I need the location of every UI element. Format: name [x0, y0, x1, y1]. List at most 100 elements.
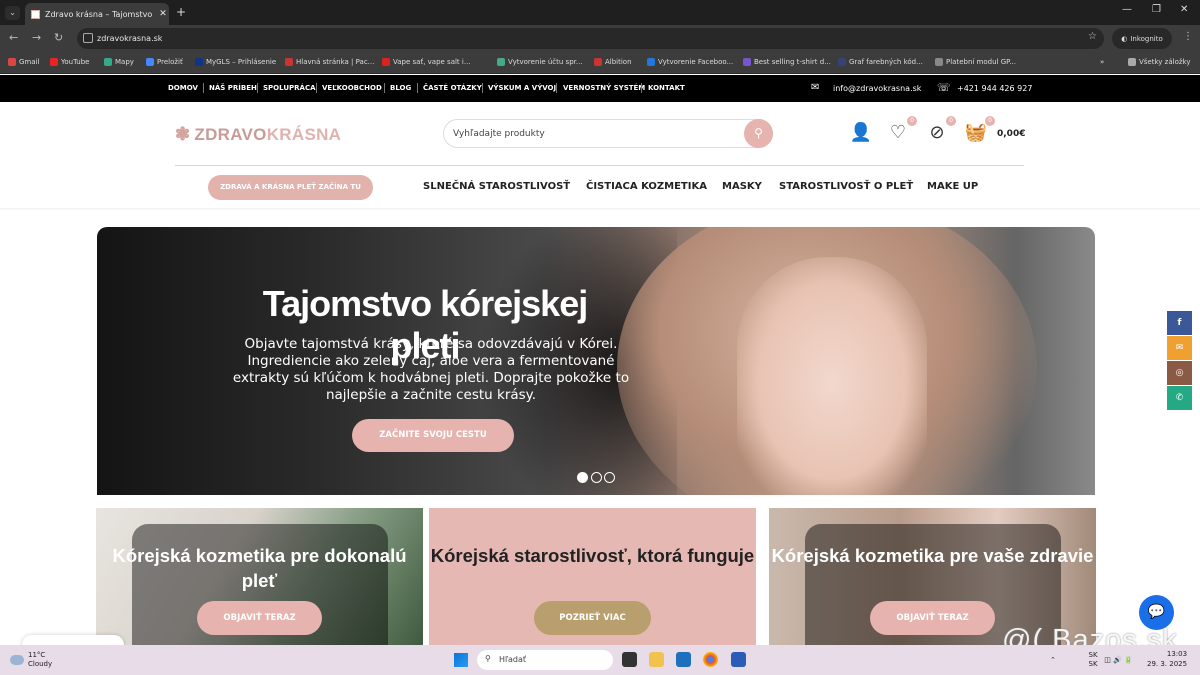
email-icon[interactable]: ✉ — [1167, 336, 1192, 360]
topnav-wholesale[interactable]: VEĽKOOBCHOD — [322, 84, 382, 92]
word-icon[interactable] — [731, 652, 746, 667]
divider — [316, 83, 317, 93]
bookmark-item[interactable]: Gmail — [8, 58, 39, 66]
start-journey-button[interactable]: ZAČNITE SVOJU CESTU — [352, 419, 514, 452]
card-title: Kórejská kozmetika pre vaše zdravie — [771, 545, 1094, 566]
compare-icon[interactable]: ⊘ 0 — [924, 116, 956, 146]
flower-logo-icon: ❃ — [175, 124, 191, 144]
tab-title: Zdravo krásna – Tajomstvo kór — [45, 9, 152, 19]
topnav-home[interactable]: DOMOV — [168, 84, 198, 92]
cart-total[interactable]: 0,00€ — [997, 129, 1025, 139]
keyboard-layout: SK — [1088, 660, 1098, 668]
menu-skin-care[interactable]: STAROSTLIVOSŤ O PLEŤ — [779, 181, 913, 192]
url-text: zdravokrasna.sk — [97, 34, 163, 43]
contact-phone[interactable]: +421 944 426 927 — [957, 84, 1032, 93]
whatsapp-icon[interactable]: ✆ — [1167, 386, 1192, 410]
bookmark-item[interactable]: Mapy — [104, 58, 134, 66]
facebook-icon[interactable]: f — [1167, 311, 1192, 335]
weather-condition: Cloudy — [28, 660, 53, 668]
cart-icon[interactable]: 🧺 0 — [963, 116, 995, 146]
forward-icon[interactable]: → — [32, 31, 41, 44]
divider — [556, 83, 557, 93]
menu-sun-care[interactable]: SLNEČNÁ STAROSTLIVOSŤ — [423, 181, 570, 192]
menu-masks[interactable]: MASKY — [722, 181, 762, 192]
instagram-icon[interactable]: ◎ — [1167, 361, 1192, 385]
wishlist-count: 0 — [907, 116, 917, 126]
weather-widget[interactable]: 11°C Cloudy — [10, 651, 52, 669]
divider — [384, 83, 385, 93]
topnav-research[interactable]: VÝSKUM A VÝVOJ — [488, 84, 556, 92]
menu-make-up[interactable]: MAKE UP — [927, 181, 978, 192]
contact-email[interactable]: info@zdravokrasna.sk — [833, 84, 921, 93]
slider-dot[interactable] — [604, 472, 615, 483]
store-icon[interactable] — [676, 652, 691, 667]
topnav-story[interactable]: NÁŠ PRÍBEH — [209, 84, 257, 92]
card-title: Kórejská kozmetika pre dokonalú pleť — [112, 545, 407, 591]
hero-slider[interactable]: Tajomstvo kórejskej pleti Objavte tajoms… — [97, 227, 1095, 495]
topnav-loyalty[interactable]: VERNOSTNÝ SYSTÉM — [563, 84, 645, 92]
new-tab-icon[interactable]: + — [176, 5, 186, 19]
menu-cleansing[interactable]: ČISTIACA KOZMETIKA — [586, 181, 707, 192]
topnav-contact[interactable]: KONTAKT — [648, 84, 685, 92]
divider — [417, 83, 418, 93]
wishlist-icon[interactable]: ♡ 0 — [885, 116, 917, 146]
bookmark-item[interactable]: Preložiť — [146, 58, 183, 66]
reload-icon[interactable]: ↻ — [54, 31, 63, 44]
browser-menu-icon[interactable]: ⋮ — [1183, 31, 1193, 42]
site-logo[interactable]: ❃ ZDRAVOKRÁSNA — [175, 124, 341, 145]
bookmarks-overflow-icon[interactable]: » — [1100, 58, 1104, 66]
site-info-icon[interactable] — [83, 33, 93, 43]
topnav-blog[interactable]: BLOG — [390, 84, 411, 92]
back-icon[interactable]: ← — [9, 31, 18, 44]
task-view-icon[interactable] — [622, 652, 637, 667]
close-window-icon[interactable]: ✕ — [1180, 4, 1188, 15]
search-placeholder: Vyhľadajte produkty — [453, 129, 545, 139]
discover-button[interactable]: OBJAVIŤ TERAZ — [870, 601, 995, 635]
taskbar-search-label: Hľadať — [499, 655, 527, 664]
maximize-icon[interactable]: ❐ — [1152, 4, 1161, 15]
promo-card: Kórejská kozmetika pre dokonalú pleť OBJ… — [96, 508, 423, 645]
topnav-cooperation[interactable]: SPOLUPRÁCA — [263, 84, 316, 92]
slider-dot[interactable] — [577, 472, 588, 483]
windows-start-icon[interactable] — [454, 653, 468, 667]
bookmark-item[interactable]: Best selling t-shirt d... — [743, 58, 831, 66]
card-title: Kórejská starostlivosť, ktorá funguje — [430, 545, 755, 566]
minimize-icon[interactable]: — — [1122, 4, 1132, 15]
taskbar-clock[interactable]: 13:03 29. 3. 2025 — [1147, 649, 1187, 669]
skin-start-button[interactable]: ZDRAVÁ A KRÁSNA PLEŤ ZAČÍNA TU — [208, 175, 373, 200]
all-bookmarks[interactable]: Všetky záložky — [1128, 58, 1190, 66]
search-input[interactable]: Vyhľadajte produkty ⚲ — [443, 119, 773, 148]
slider-dot[interactable] — [591, 472, 602, 483]
topnav-faq[interactable]: ČASTÉ OTÁZKY — [423, 84, 482, 92]
discover-button[interactable]: OBJAVIŤ TERAZ — [197, 601, 322, 635]
bookmark-item[interactable]: Vytvorenie účtu spr... — [497, 58, 583, 66]
bookmark-item[interactable]: Platební modul GP... — [935, 58, 1016, 66]
bookmark-item[interactable]: YouTube — [50, 58, 89, 66]
chrome-icon[interactable] — [703, 652, 718, 667]
bookmark-item[interactable]: Vytvorenie Faceboo... — [647, 58, 733, 66]
clock-date: 29. 3. 2025 — [1147, 660, 1188, 668]
browser-tab[interactable]: Zdravo krásna – Tajomstvo kór ✕ — [25, 3, 169, 25]
file-explorer-icon[interactable] — [649, 652, 664, 667]
account-icon[interactable]: 👤 — [848, 120, 874, 146]
hero-image — [737, 257, 927, 495]
bookmark-item[interactable]: Vape sať, vape salt i... — [382, 58, 471, 66]
bookmark-item[interactable]: Hlavná stránka | Pac... — [285, 58, 374, 66]
address-bar[interactable]: zdravokrasna.sk ☆ — [77, 28, 1104, 49]
taskbar-search-input[interactable]: ⚲ Hľadať — [477, 650, 613, 670]
cart-count: 0 — [985, 116, 995, 126]
view-more-button[interactable]: POZRIEŤ VIAC — [534, 601, 651, 635]
logo-text-zdravo: ZDRAVO — [194, 124, 267, 144]
search-icon[interactable]: ⚲ — [744, 119, 773, 148]
tab-search-icon[interactable]: ⌄ — [5, 6, 20, 20]
system-tray[interactable]: ⌃ SK SK ◫ 🔊 🔋 — [1050, 651, 1133, 669]
browser-tab-bar: ⌄ Zdravo krásna – Tajomstvo kór ✕ + — ❐ … — [0, 0, 1200, 25]
incognito-indicator[interactable]: ◐ Inkognito — [1112, 28, 1172, 49]
bookmark-item[interactable]: Graf farebných kód... — [838, 58, 923, 66]
bookmark-star-icon[interactable]: ☆ — [1088, 31, 1097, 42]
close-tab-icon[interactable]: ✕ — [157, 9, 169, 19]
bookmarks-bar: Gmail YouTube Mapy Preložiť MyGLS – Prih… — [0, 52, 1200, 74]
bookmark-item[interactable]: Albition — [594, 58, 632, 66]
bookmark-item[interactable]: MyGLS – Prihlásenie — [195, 58, 276, 66]
hero-text: Objavte tajomstvá krásy, ktoré sa odovzd… — [232, 336, 630, 403]
